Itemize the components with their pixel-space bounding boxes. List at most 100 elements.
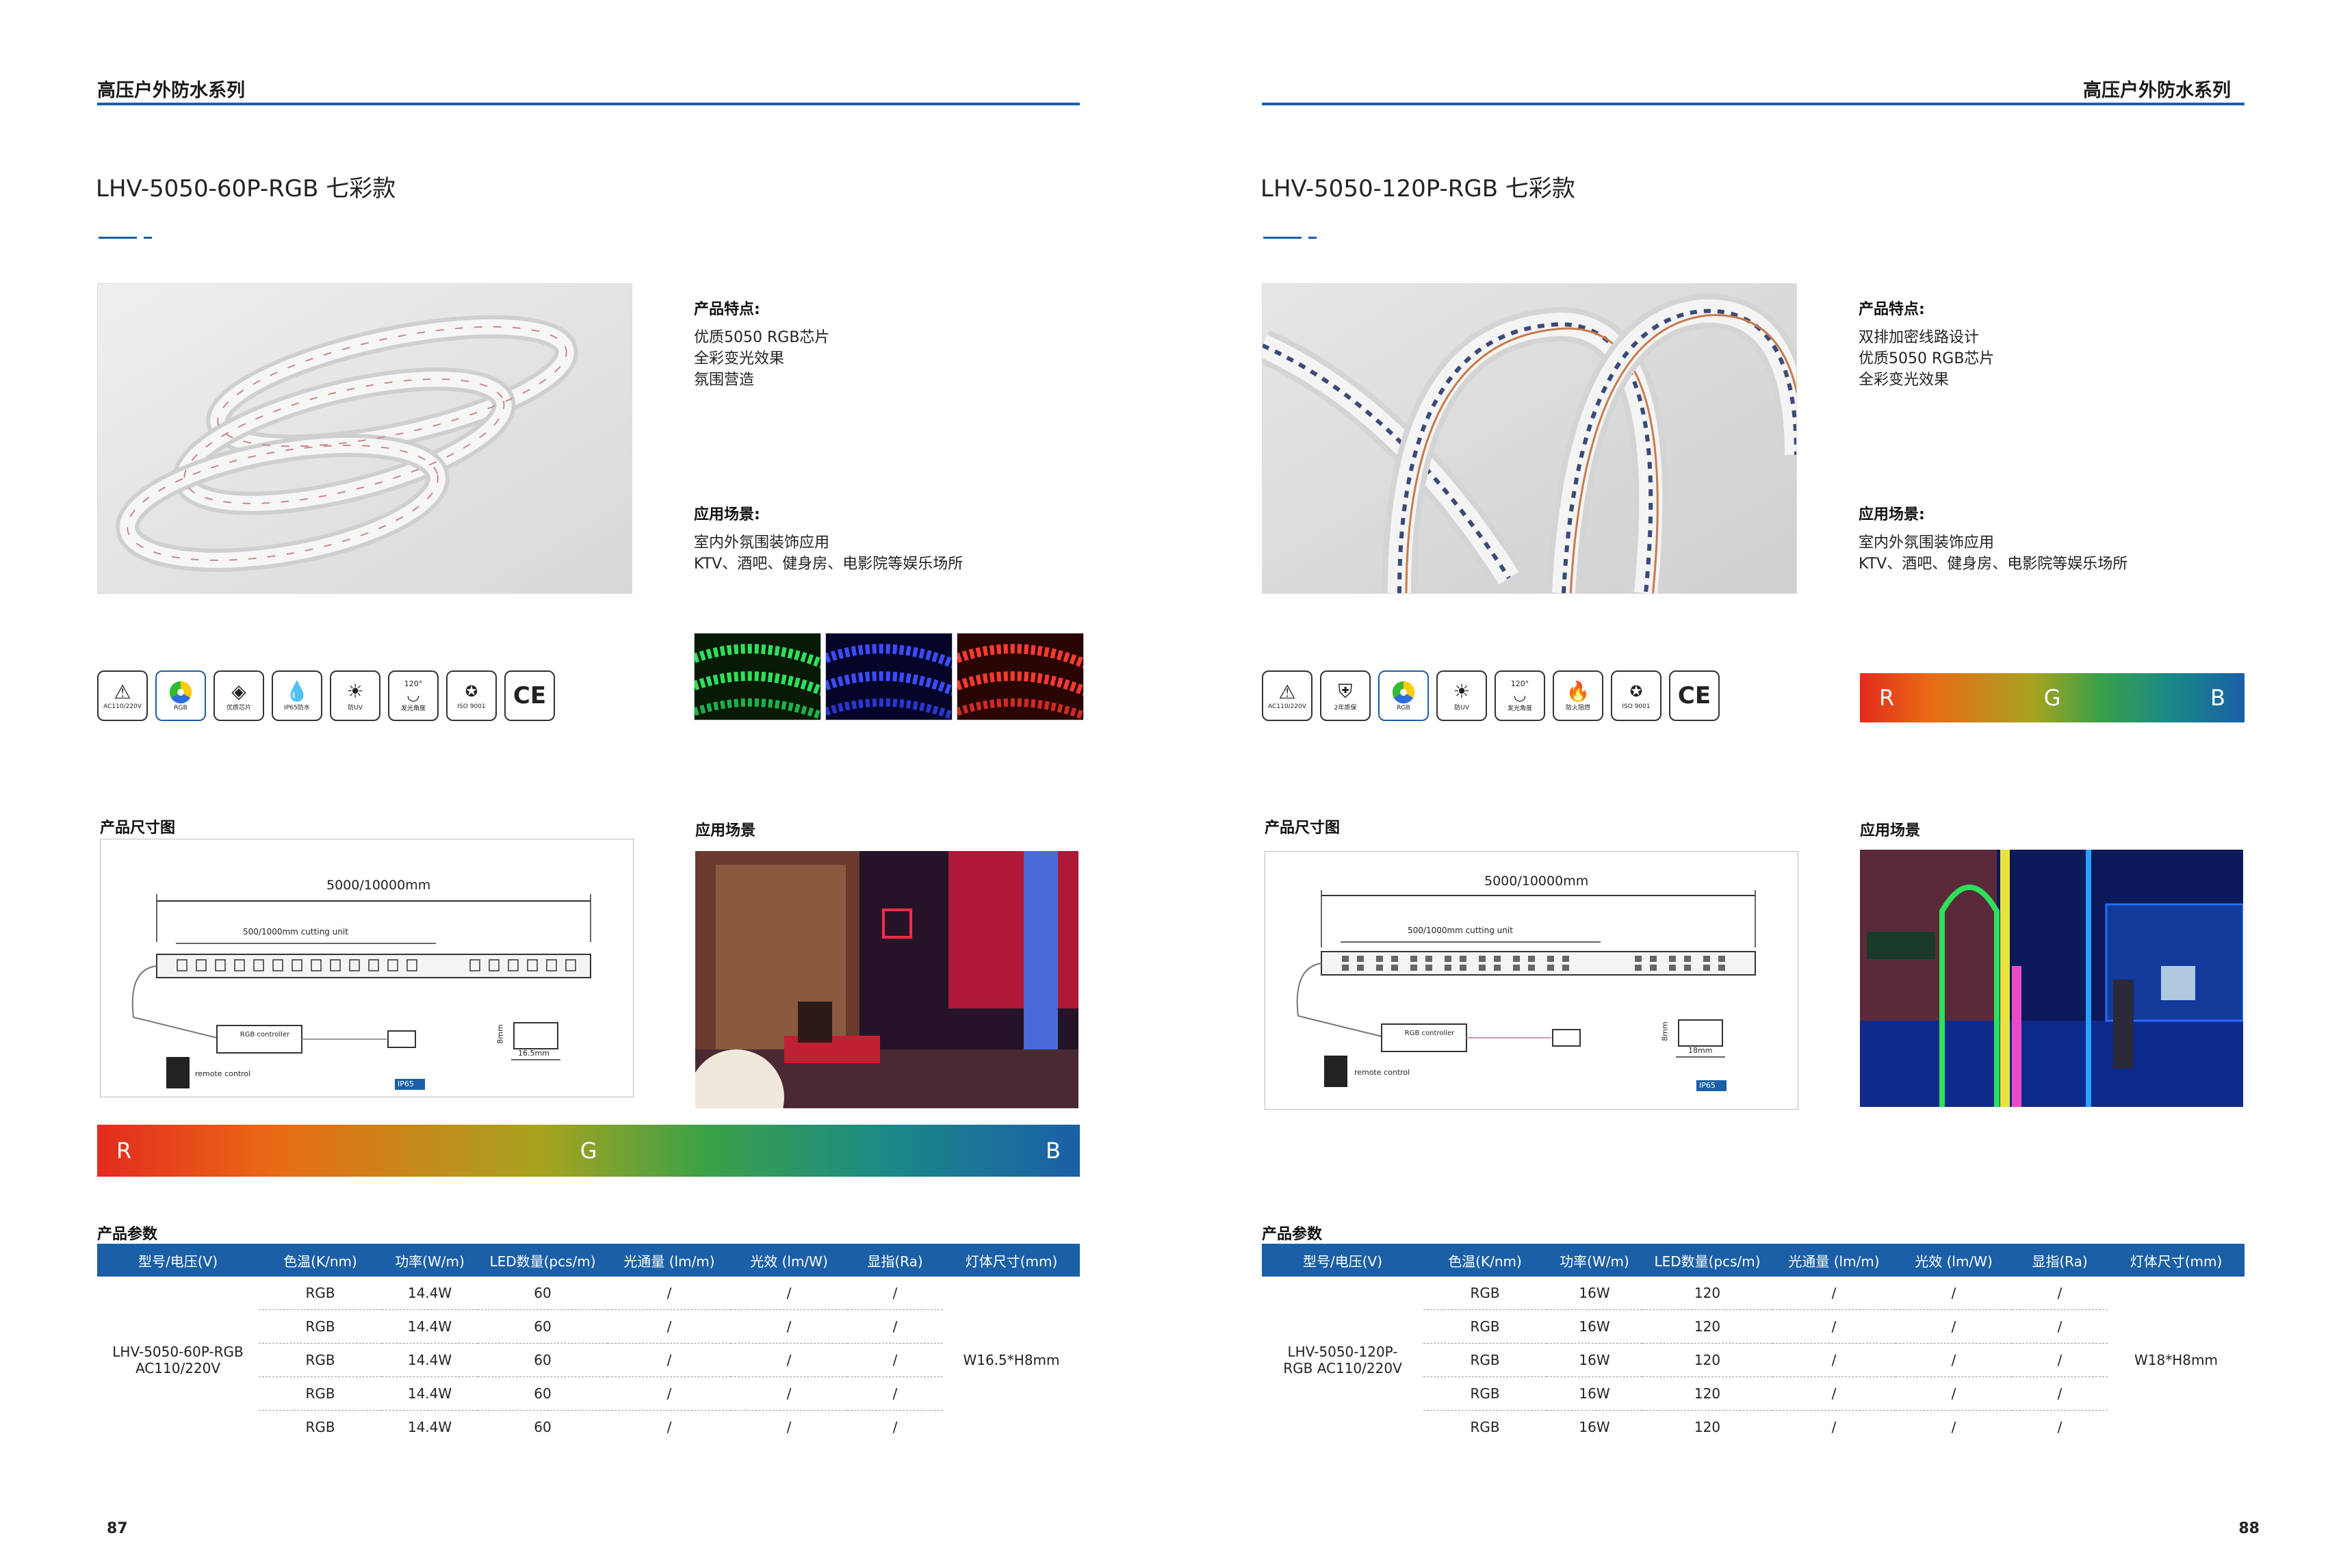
table-cell: 60 (534, 1419, 552, 1435)
application-item: KTV、酒吧、健身房、电影院等娱乐场所 (1859, 556, 2128, 573)
scene-title: 应用场景 (695, 822, 756, 839)
size-cell: W16.5*H8mm (963, 1352, 1060, 1368)
application-item: KTV、酒吧、健身房、电影院等娱乐场所 (694, 556, 963, 573)
title-accent (1263, 237, 1317, 239)
table-cell: / (1896, 1309, 2012, 1344)
remote-label: remote control (195, 1069, 251, 1078)
table-cell: / (1896, 1343, 2012, 1377)
ip-badge: IP65 (398, 1080, 414, 1088)
gradient-b-label: B (1046, 1138, 1061, 1164)
table-cell: RGB (1423, 1376, 1547, 1411)
height-label: 8mm (1660, 1021, 1670, 1041)
table-cell: 16W (1547, 1277, 1642, 1310)
table-cell: / (1772, 1343, 1896, 1377)
table-cell: / (1896, 1376, 2012, 1411)
params-table: 型号/电压(V) 色温(K/nm) 功率(W/m) LED数量(pcs/m) 光… (97, 1244, 1080, 1443)
table-row: LHV-5050-120P-RGB AC110/220V RGB 16W 120… (1262, 1277, 2245, 1376)
dimension-drawing: 5000/10000mm 500/1000mm cutting unit RGB… (1265, 851, 1798, 1110)
table-cell: / (2012, 1343, 2108, 1377)
blue-strip-swatch (825, 633, 953, 720)
cut-unit-label: 500/1000mm cutting unit (243, 927, 348, 937)
column-header: 型号/电压(V) (97, 1244, 259, 1277)
table-header-row: 型号/电压(V) 色温(K/nm) 功率(W/m) LED数量(pcs/m) 光… (1262, 1244, 2245, 1277)
red-strip-swatch (957, 633, 1084, 720)
application-scene-photo (695, 851, 1078, 1108)
height-label: 8mm (495, 1024, 505, 1044)
cut-unit-label: 500/1000mm cutting unit (1408, 926, 1513, 935)
gradient-b-label: B (2210, 685, 2225, 711)
table-cell: RGB (305, 1419, 335, 1435)
column-header: 光效 (lm/W) (1896, 1244, 2012, 1277)
rgb-gradient-bar: R G B (1860, 673, 2245, 722)
column-header: 显指(Ra) (2012, 1244, 2108, 1277)
total-length-label: 5000/10000mm (1484, 874, 1589, 889)
application-item: 室内外氛围装饰应用 (1859, 534, 1995, 551)
ce-mark-icon: CE (504, 670, 555, 721)
page-number: 87 (107, 1520, 128, 1537)
gradient-g-label: G (2043, 685, 2061, 711)
table-cell: RGB (1470, 1419, 1500, 1435)
table-cell: / (1772, 1309, 1896, 1344)
table-cell: / (847, 1277, 943, 1310)
table-cell: 60 (478, 1309, 608, 1344)
table-cell: / (892, 1419, 898, 1435)
table-cell: 14.4W (382, 1343, 478, 1377)
table-cell: / (1896, 1277, 2012, 1310)
table-cell: / (847, 1309, 943, 1344)
gradient-r-label: R (116, 1138, 132, 1164)
rgb-gradient-bar: R G B (97, 1125, 1080, 1177)
page-number: 88 (2238, 1520, 2260, 1537)
table-cell: 14.4W (407, 1419, 452, 1435)
dimension-title: 产品尺寸图 (1265, 820, 1341, 837)
width-label: 18mm (1688, 1046, 1713, 1055)
table-cell: / (847, 1343, 943, 1377)
table-cell: / (608, 1376, 731, 1411)
table-cell: / (1772, 1277, 1896, 1310)
params-title: 产品参数 (1262, 1226, 1323, 1243)
column-header: 灯体尺寸(mm) (943, 1244, 1080, 1277)
table-cell: 16W (1547, 1343, 1642, 1377)
table-cell: / (608, 1277, 731, 1310)
width-label: 16.5mm (518, 1049, 549, 1058)
rgb-color-wheel-icon: RGB (155, 670, 206, 721)
gradient-g-label: G (580, 1138, 597, 1164)
table-cell: RGB (1423, 1309, 1547, 1344)
table-cell: / (667, 1419, 672, 1435)
table-cell: 60 (478, 1376, 608, 1411)
table-cell: 16W (1579, 1419, 1610, 1435)
header-rule (1262, 103, 2245, 105)
table-cell: / (608, 1309, 731, 1344)
feature-item: 优质5050 RGB芯片 (1859, 350, 1995, 367)
column-header: 功率(W/m) (1547, 1244, 1642, 1277)
beam-angle-icon: 120° ◡ 发光角度 (1495, 670, 1545, 721)
table-cell: / (2012, 1309, 2108, 1344)
catalog-page-88: 高压户外防水系列 LHV-5050-120P-RGB 七彩款 产品特点: 双排加… (1165, 0, 2328, 1568)
flame-icon: 🔥 防火阻燃 (1553, 670, 1603, 721)
table-cell: 14.4W (382, 1376, 478, 1411)
scene-title: 应用场景 (1860, 822, 1921, 839)
table-cell: / (847, 1376, 943, 1411)
table-cell: 120 (1642, 1277, 1772, 1310)
table-cell: 14.4W (382, 1309, 478, 1344)
rgb-color-wheel-icon: RGB (1378, 670, 1429, 721)
table-cell: 120 (1642, 1343, 1772, 1377)
catalog-page-87: 高压户外防水系列 LHV-5050-60P-RGB 七彩款 产品特点: 优质50… (0, 0, 1163, 1568)
warning-voltage-icon: ⚠ AC110/220V (1262, 670, 1312, 721)
product-photo (1262, 283, 1797, 594)
table-row: LHV-5050-60P-RGB AC110/220V RGB 14.4W 60… (97, 1277, 1080, 1376)
table-cell: RGB (259, 1309, 382, 1344)
params-title: 产品参数 (97, 1226, 158, 1243)
table-cell: 14.4W (382, 1277, 478, 1310)
model-title: LHV-5050-60P-RGB 七彩款 (96, 175, 396, 202)
column-header: LED数量(pcs/m) (478, 1244, 608, 1277)
table-cell: RGB (259, 1343, 382, 1377)
table-cell: / (731, 1309, 847, 1344)
gradient-r-label: R (1879, 685, 1895, 711)
water-drop-icon: 💧 IP65防水 (272, 670, 322, 721)
table-cell: RGB (1423, 1277, 1547, 1310)
table-cell: RGB (259, 1277, 382, 1310)
uv-icon: ☀ 防UV (330, 670, 380, 721)
warning-voltage-icon: ⚠ AC110/220V (97, 670, 148, 721)
remote-label: remote control (1354, 1068, 1410, 1077)
green-strip-swatch (694, 633, 821, 720)
